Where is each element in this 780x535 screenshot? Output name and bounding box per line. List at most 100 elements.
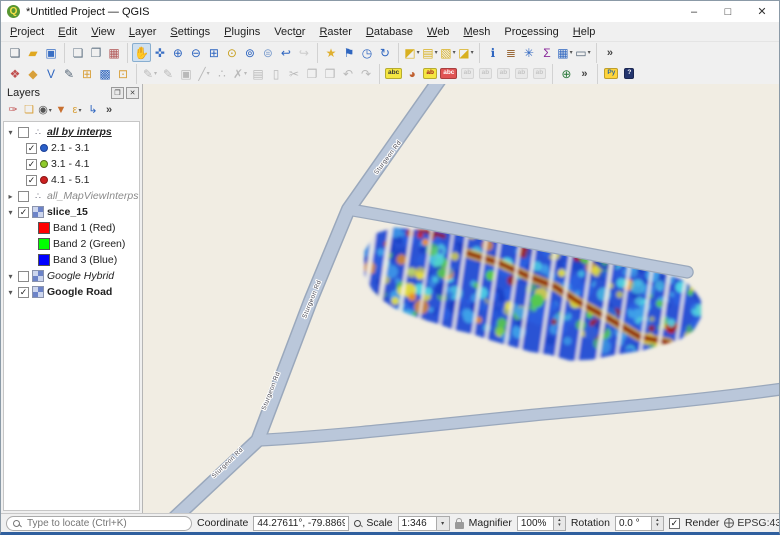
symbol-row[interactable]: ✓3.1 - 4.1 bbox=[4, 156, 139, 172]
open-layer-styling-button[interactable]: ✑ bbox=[5, 102, 21, 119]
expander-closed-icon[interactable]: ▸ bbox=[6, 192, 15, 201]
measure-line-button[interactable]: ▭▾ bbox=[574, 43, 592, 62]
layer-labeling-options-button[interactable]: abc bbox=[384, 64, 403, 83]
menu-mesh[interactable]: Mesh bbox=[456, 24, 497, 40]
menu-raster[interactable]: Raster bbox=[312, 24, 358, 40]
layer-visibility-checkbox[interactable] bbox=[18, 271, 29, 282]
panel-close-button[interactable]: ✕ bbox=[126, 87, 139, 99]
layers-toolbar-extension-button[interactable]: » bbox=[101, 102, 117, 119]
band-row[interactable]: Band 1 (Red) bbox=[4, 220, 139, 236]
zoom-out-button[interactable]: ⊖ bbox=[187, 43, 205, 62]
menu-database[interactable]: Database bbox=[359, 24, 420, 40]
filter-legend-button[interactable]: ▼ bbox=[53, 102, 69, 119]
new-scratch-layer-button[interactable]: ✎ bbox=[60, 64, 78, 83]
menu-web[interactable]: Web bbox=[420, 24, 456, 40]
symbol-visibility-checkbox[interactable]: ✓ bbox=[26, 143, 37, 154]
menu-layer[interactable]: Layer bbox=[122, 24, 164, 40]
save-project-button[interactable]: ▣ bbox=[42, 43, 60, 62]
magnifier-spinbox[interactable]: ▴▾ bbox=[517, 516, 566, 531]
layer-row-all_mapviewinterps[interactable]: ▸∴all_MapViewInterps bbox=[4, 188, 139, 204]
rotation-spinbox[interactable]: ▴▾ bbox=[615, 516, 664, 531]
deselect-features-button[interactable]: ▧▾ bbox=[439, 43, 457, 62]
pan-to-selection-button[interactable]: ✜ bbox=[151, 43, 169, 62]
rotation-input[interactable] bbox=[615, 516, 651, 531]
open-field-calculator-button[interactable]: ≣ bbox=[502, 43, 520, 62]
show-layout-manager-button[interactable]: ❐ bbox=[87, 43, 105, 62]
new-raster-layer-button[interactable]: ▩ bbox=[96, 64, 114, 83]
locate-bar[interactable] bbox=[6, 516, 192, 531]
open-attribute-table-button[interactable]: ▦▾ bbox=[556, 43, 574, 62]
maximize-button[interactable]: □ bbox=[711, 1, 745, 22]
zoom-full-button[interactable]: ⊞ bbox=[205, 43, 223, 62]
temporal-controller-button[interactable]: ◷ bbox=[358, 43, 376, 62]
filter-by-expression-button[interactable]: ε▾ bbox=[69, 102, 85, 119]
lock-scale-icon[interactable] bbox=[455, 522, 464, 529]
new-print-layout-button[interactable]: ❏ bbox=[69, 43, 87, 62]
zoom-last-button[interactable]: ↩ bbox=[277, 43, 295, 62]
new-geopackage-layer-button[interactable]: ◆ bbox=[24, 64, 42, 83]
symbol-row[interactable]: ✓4.1 - 5.1 bbox=[4, 172, 139, 188]
scale-combo[interactable]: ▾ bbox=[398, 516, 450, 531]
menu-view[interactable]: View bbox=[84, 24, 122, 40]
menu-project[interactable]: Project bbox=[3, 24, 51, 40]
extents-toggle-icon[interactable] bbox=[354, 520, 361, 527]
pan-map-button[interactable]: ✋ bbox=[132, 43, 151, 62]
scale-input[interactable] bbox=[398, 516, 436, 531]
statistical-summary-button[interactable]: Σ bbox=[538, 43, 556, 62]
zoom-to-layer-button[interactable]: ⊚ bbox=[241, 43, 259, 62]
python-console-button[interactable]: Py bbox=[602, 64, 620, 83]
edit-toolbar-extension-button[interactable]: » bbox=[575, 64, 593, 83]
new-shapefile-layer-button[interactable]: V bbox=[42, 64, 60, 83]
magnifier-spin-down-icon[interactable]: ▾ bbox=[558, 523, 561, 528]
band-row[interactable]: Band 2 (Green) bbox=[4, 236, 139, 252]
scale-dropdown-icon[interactable]: ▾ bbox=[436, 516, 450, 531]
select-by-location-button[interactable]: ◪▾ bbox=[457, 43, 475, 62]
help-contents-button[interactable]: ? bbox=[620, 64, 638, 83]
unplaced-labels-button[interactable]: abc bbox=[439, 64, 458, 83]
menu-settings[interactable]: Settings bbox=[163, 24, 217, 40]
map-view[interactable]: Sturgeon Rd Sturgeon Rd Sturgeon Rd Stur… bbox=[143, 84, 779, 513]
expander-open-icon[interactable]: ▾ bbox=[6, 208, 15, 217]
new-virtual-layer-button[interactable]: ⊡ bbox=[114, 64, 132, 83]
add-group-button[interactable]: ❏ bbox=[21, 102, 37, 119]
symbol-visibility-checkbox[interactable]: ✓ bbox=[26, 175, 37, 186]
refresh-map-button[interactable]: ↻ bbox=[376, 43, 394, 62]
expander-open-icon[interactable]: ▾ bbox=[6, 128, 15, 137]
data-source-manager-button[interactable]: ❖ bbox=[6, 64, 24, 83]
collapse-all-button[interactable]: ↳ bbox=[85, 102, 101, 119]
close-button[interactable]: ✕ bbox=[745, 1, 779, 22]
minimize-button[interactable]: – bbox=[677, 1, 711, 22]
layer-visibility-checkbox[interactable]: ✓ bbox=[18, 287, 29, 298]
band-row[interactable]: Band 3 (Blue) bbox=[4, 252, 139, 268]
new-bookmark-button[interactable]: ★ bbox=[322, 43, 340, 62]
expander-open-icon[interactable]: ▾ bbox=[6, 288, 15, 297]
open-project-button[interactable]: ▰ bbox=[24, 43, 42, 62]
menu-edit[interactable]: Edit bbox=[51, 24, 84, 40]
layer-row-all-by-interps[interactable]: ▾∴all by interps bbox=[4, 124, 139, 140]
rotation-spin-down-icon[interactable]: ▾ bbox=[656, 523, 659, 528]
crs-indicator[interactable]: EPSG:4326 bbox=[724, 517, 780, 529]
magnifier-input[interactable] bbox=[517, 516, 553, 531]
menu-processing[interactable]: Processing bbox=[497, 24, 565, 40]
select-features-by-value-button[interactable]: ▤▾ bbox=[421, 43, 439, 62]
style-manager-button[interactable]: ▦ bbox=[105, 43, 123, 62]
expander-open-icon[interactable]: ▾ bbox=[6, 272, 15, 281]
metasearch-button[interactable]: ⊕ bbox=[557, 64, 575, 83]
layer-visibility-checkbox[interactable]: ✓ bbox=[18, 207, 29, 218]
zoom-to-selection-button[interactable]: ⊙ bbox=[223, 43, 241, 62]
symbol-visibility-checkbox[interactable]: ✓ bbox=[26, 159, 37, 170]
layer-row-google-hybrid[interactable]: ▾Google Hybrid bbox=[4, 268, 139, 284]
pin-labels-button[interactable]: ab bbox=[421, 64, 439, 83]
menu-help[interactable]: Help bbox=[566, 24, 603, 40]
zoom-in-button[interactable]: ⊕ bbox=[169, 43, 187, 62]
layer-diagram-options-button[interactable]: ◕ bbox=[403, 64, 421, 83]
coordinate-input[interactable] bbox=[253, 516, 349, 531]
new-mesh-layer-button[interactable]: ⊞ bbox=[78, 64, 96, 83]
layer-row-slice_15[interactable]: ▾✓slice_15 bbox=[4, 204, 139, 220]
new-project-button[interactable]: ❏ bbox=[6, 43, 24, 62]
layer-row-google-road[interactable]: ▾✓Google Road bbox=[4, 284, 139, 300]
identify-features-button[interactable]: ℹ bbox=[484, 43, 502, 62]
main-toolbar-extension-button[interactable]: » bbox=[601, 43, 619, 62]
show-bookmarks-button[interactable]: ⚑ bbox=[340, 43, 358, 62]
select-features-button[interactable]: ◩▾ bbox=[403, 43, 421, 62]
